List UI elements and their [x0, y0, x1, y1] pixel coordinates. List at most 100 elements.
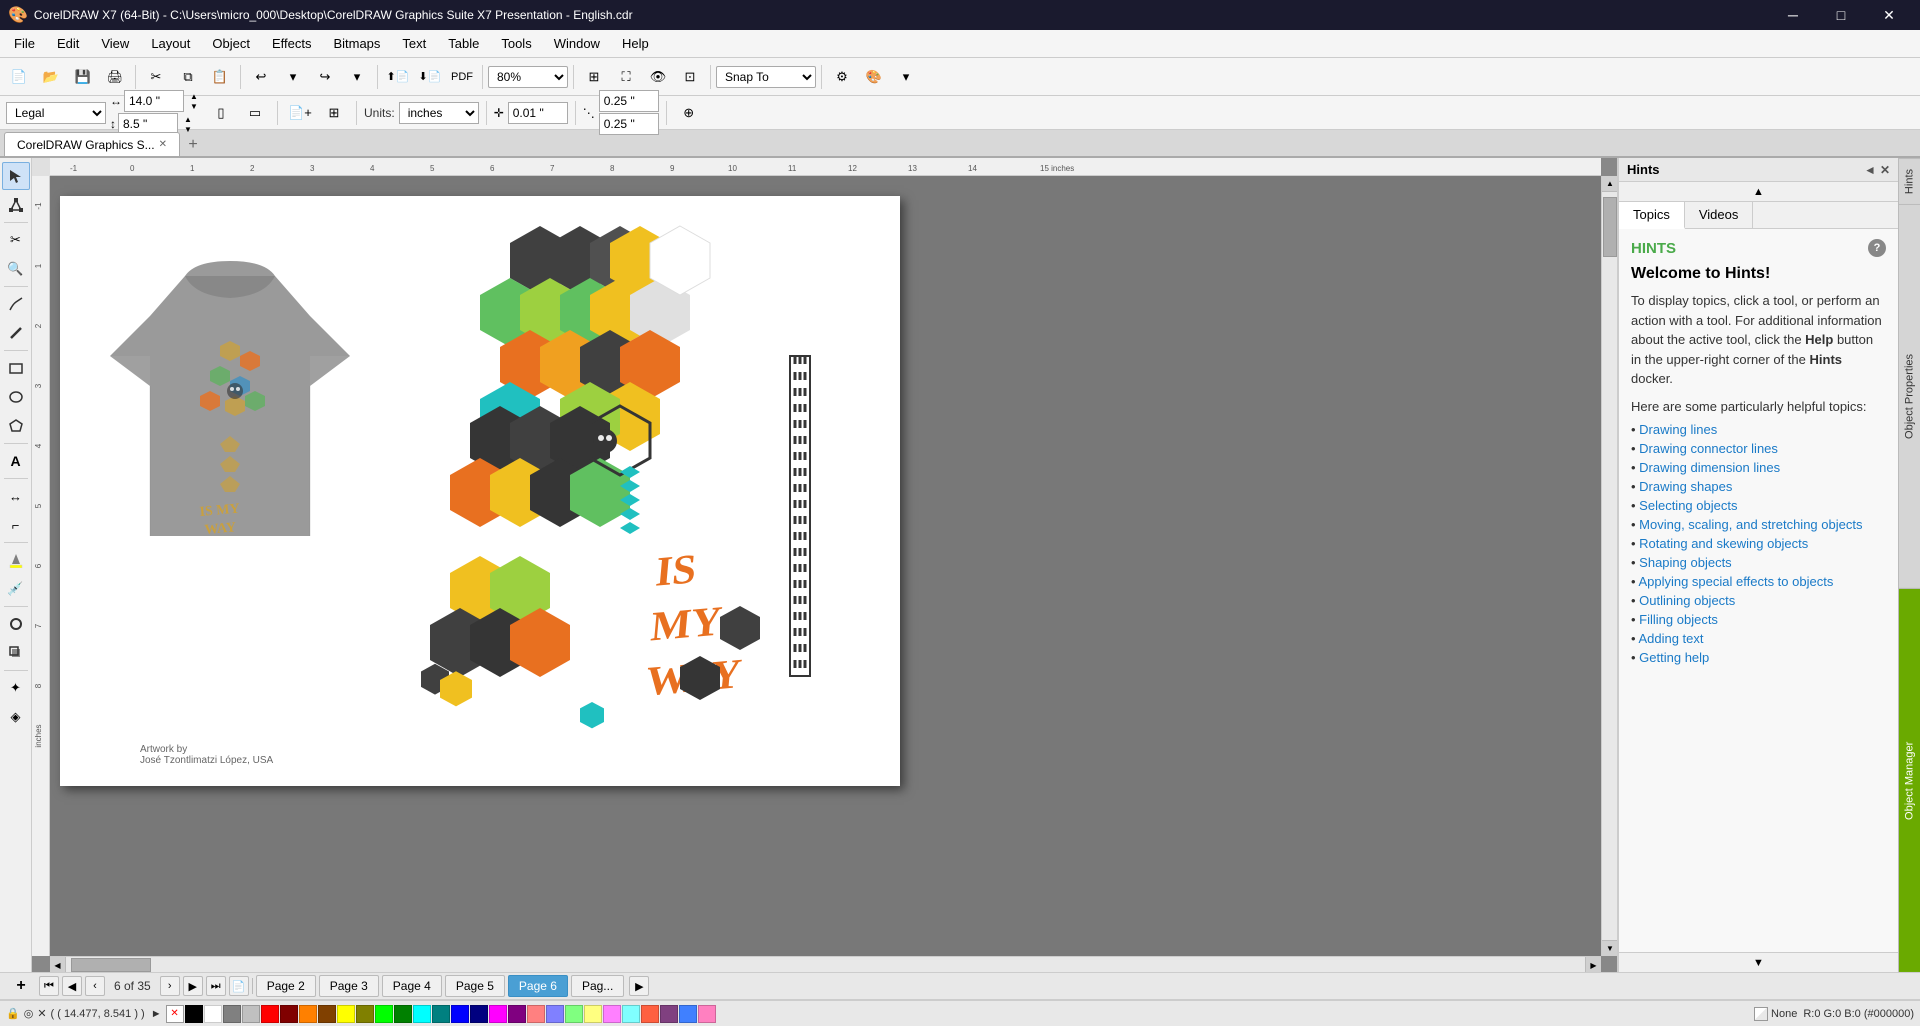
nav-prev-button[interactable]: ◀ — [62, 976, 82, 996]
hints-link-connector-lines[interactable]: Drawing connector lines — [1631, 439, 1886, 458]
print-button[interactable]: 🖨 — [100, 63, 130, 91]
hints-link-outlining[interactable]: Outlining objects — [1631, 591, 1886, 610]
blue-swatch[interactable] — [451, 1005, 469, 1023]
width-down[interactable]: ▼ — [186, 101, 202, 111]
page-options-2[interactable]: ⊞ — [319, 99, 349, 127]
page-tab-3[interactable]: Page 3 — [319, 975, 379, 997]
landscape-button[interactable]: ▭ — [240, 99, 270, 127]
menu-effects[interactable]: Effects — [262, 32, 322, 55]
text-tool[interactable]: A — [2, 447, 30, 475]
ellipse-tool[interactable] — [2, 383, 30, 411]
darkred-swatch[interactable] — [280, 1005, 298, 1023]
mauve-swatch[interactable] — [660, 1005, 678, 1023]
height-up[interactable]: ▲ — [180, 114, 196, 124]
cyan-swatch[interactable] — [413, 1005, 431, 1023]
dup-v-input[interactable] — [599, 113, 659, 135]
publish-pdf-button[interactable]: PDF — [447, 63, 477, 91]
zoom-to-page-button[interactable]: ⊞ — [579, 63, 609, 91]
width-input[interactable] — [124, 90, 184, 112]
options-button[interactable]: ⚙ — [827, 63, 857, 91]
hints-close-button[interactable]: ✕ — [1880, 163, 1890, 177]
hints-link-drawing-lines[interactable]: Drawing lines — [1631, 420, 1886, 439]
menu-help[interactable]: Help — [612, 32, 659, 55]
menu-view[interactable]: View — [91, 32, 139, 55]
panel-obj-manager-label[interactable]: Object Manager — [1899, 588, 1920, 972]
view-options-button[interactable]: 👁 — [643, 63, 673, 91]
units-select[interactable]: inches mm cm — [399, 102, 479, 124]
hints-link-filling[interactable]: Filling objects — [1631, 610, 1886, 629]
hscroll-left-button[interactable]: ◀ — [50, 957, 66, 972]
red-swatch[interactable] — [261, 1005, 279, 1023]
connector-tool[interactable]: ⌐ — [2, 511, 30, 539]
polygon-tool[interactable] — [2, 412, 30, 440]
maximize-button[interactable]: □ — [1818, 0, 1864, 30]
nudge-dots-button[interactable]: ⊕ — [674, 99, 704, 127]
menu-layout[interactable]: Layout — [141, 32, 200, 55]
select-tool[interactable] — [2, 162, 30, 190]
gray2-swatch[interactable] — [242, 1005, 260, 1023]
scroll-thumb[interactable] — [1603, 197, 1617, 257]
zoom-tool[interactable]: 🔍 — [2, 255, 30, 283]
redo-button[interactable]: ↪ — [310, 63, 340, 91]
canvas-scroll[interactable]: Artwork by José Tzontlimatzi López, USA — [50, 176, 1601, 956]
hints-link-shaping[interactable]: Shaping objects — [1631, 553, 1886, 572]
snap-to-select[interactable]: Snap To — [716, 66, 816, 88]
color-settings-button[interactable]: 🎨 — [859, 63, 889, 91]
panel-hints-label[interactable]: Hints — [1899, 158, 1920, 204]
lavender-swatch[interactable] — [546, 1005, 564, 1023]
panel-obj-props-label[interactable]: Object Properties — [1899, 204, 1920, 588]
menu-bitmaps[interactable]: Bitmaps — [323, 32, 390, 55]
document-tab[interactable]: CorelDRAW Graphics S... ✕ — [4, 132, 180, 156]
purple-swatch[interactable] — [508, 1005, 526, 1023]
dup-h-input[interactable] — [599, 90, 659, 112]
page-options-button[interactable]: 📄+ — [285, 99, 315, 127]
shadow-tool[interactable] — [2, 639, 30, 667]
portrait-button[interactable]: ▯ — [206, 99, 236, 127]
brownorange-swatch[interactable] — [318, 1005, 336, 1023]
zoom-input[interactable]: 80% 100% 50% — [488, 66, 568, 88]
lime-swatch[interactable] — [375, 1005, 393, 1023]
nudge-input[interactable] — [508, 102, 568, 124]
rose-swatch[interactable] — [698, 1005, 716, 1023]
page-tab-5[interactable]: Page 5 — [445, 975, 505, 997]
nav-next2-button[interactable]: › — [160, 976, 180, 996]
page-size-select[interactable]: Legal Letter A4 — [6, 102, 106, 124]
lightred-swatch[interactable] — [527, 1005, 545, 1023]
nav-add-page-button[interactable]: + — [6, 972, 36, 1000]
vertical-scrollbar[interactable]: ▲ ▼ — [1601, 176, 1617, 956]
gray1-swatch[interactable] — [223, 1005, 241, 1023]
menu-window[interactable]: Window — [544, 32, 610, 55]
hints-tab-videos[interactable]: Videos — [1685, 202, 1754, 228]
page-tab-more[interactable]: Pag... — [571, 975, 624, 997]
artistic-media-tool[interactable] — [2, 319, 30, 347]
hints-link-moving-scaling[interactable]: Moving, scaling, and stretching objects — [1631, 515, 1886, 534]
menu-tools[interactable]: Tools — [491, 32, 541, 55]
lightyellow-swatch[interactable] — [584, 1005, 602, 1023]
redo-dropdown[interactable]: ▾ — [342, 63, 372, 91]
nav-add-end-button[interactable]: 📄 — [229, 976, 249, 996]
hints-link-dimension-lines[interactable]: Drawing dimension lines — [1631, 458, 1886, 477]
hscroll-thumb[interactable] — [71, 958, 151, 972]
paste-button[interactable]: 📋 — [205, 63, 235, 91]
hints-link-drawing-shapes[interactable]: Drawing shapes — [1631, 477, 1886, 496]
save-button[interactable]: 💾 — [68, 63, 98, 91]
page-tab-6[interactable]: Page 6 — [508, 975, 568, 997]
coral-swatch[interactable] — [641, 1005, 659, 1023]
hscroll-right-button[interactable]: ▶ — [1585, 957, 1601, 972]
no-fill-swatch[interactable]: ✕ — [166, 1005, 184, 1023]
undo-dropdown[interactable]: ▾ — [278, 63, 308, 91]
view-full-screen-button[interactable]: ⛶ — [611, 63, 641, 91]
rect-tool[interactable] — [2, 354, 30, 382]
blend-tool[interactable]: ✦ — [2, 674, 30, 702]
cut-button[interactable]: ✂ — [141, 63, 171, 91]
teal-swatch[interactable] — [432, 1005, 450, 1023]
orange-swatch[interactable] — [299, 1005, 317, 1023]
page-forward-btn[interactable]: ► — [151, 1008, 162, 1020]
hints-expand-button[interactable]: ◄ — [1864, 163, 1876, 177]
dimension-tool[interactable]: ↔ — [2, 482, 30, 510]
menu-text[interactable]: Text — [392, 32, 436, 55]
hints-scroll-down[interactable]: ▼ — [1619, 952, 1898, 972]
lightgreen-swatch[interactable] — [565, 1005, 583, 1023]
import-button[interactable]: ⬆📄 — [383, 63, 413, 91]
hints-link-adding-text[interactable]: Adding text — [1631, 629, 1886, 648]
